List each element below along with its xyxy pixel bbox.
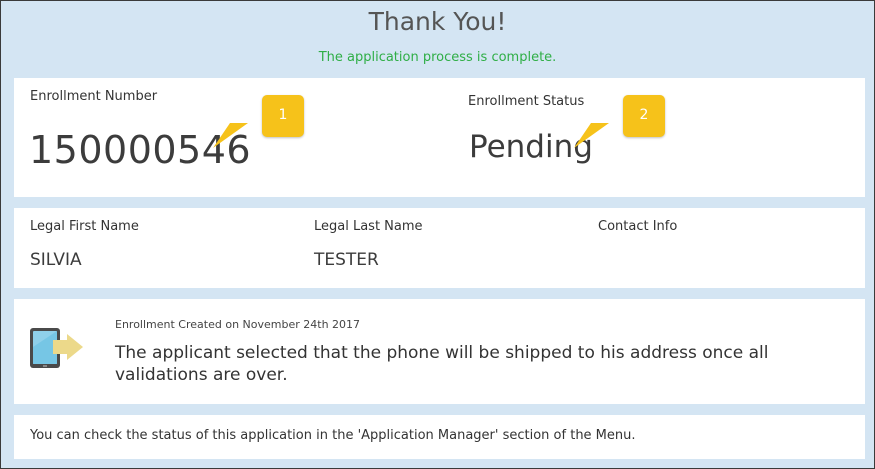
enrollment-created-date: Enrollment Created on November 24th 2017 [115, 318, 361, 331]
info-note-card: You can check the status of this applica… [14, 415, 865, 459]
callout-1: 1 [213, 95, 304, 148]
application-manager-note: You can check the status of this applica… [30, 428, 636, 443]
first-name-value: SILVIA [30, 250, 82, 270]
callout-2-badge: 2 [623, 95, 665, 137]
first-name-label: Legal First Name [30, 219, 139, 234]
enrollment-card: Enrollment Number 150000546 1 Enrollment… [14, 78, 865, 197]
contact-info-label: Contact Info [598, 219, 678, 234]
last-name-label: Legal Last Name [314, 219, 423, 234]
callout-pointer-icon [574, 123, 609, 148]
phone-arrow-icon [30, 328, 83, 368]
enrollment-number-value: 150000546 [29, 128, 252, 172]
page-title: Thank You! [368, 7, 507, 36]
enrollment-number-label: Enrollment Number [30, 89, 158, 104]
enrollment-status-label: Enrollment Status [468, 94, 585, 109]
last-name-value: TESTER [314, 250, 379, 270]
callout-1-badge: 1 [262, 95, 304, 137]
enrollment-status-value: Pending [469, 129, 593, 165]
applicant-card: Legal First Name SILVIA Legal Last Name … [14, 208, 865, 288]
shipping-message: The applicant selected that the phone wi… [115, 343, 769, 385]
confirmation-page: Thank You! The application process is co… [0, 0, 875, 469]
callout-2: 2 [574, 95, 665, 148]
callout-pointer-icon [213, 123, 248, 148]
shipping-card: Enrollment Created on November 24th 2017… [14, 299, 865, 404]
success-message: The application process is complete. [318, 50, 557, 65]
